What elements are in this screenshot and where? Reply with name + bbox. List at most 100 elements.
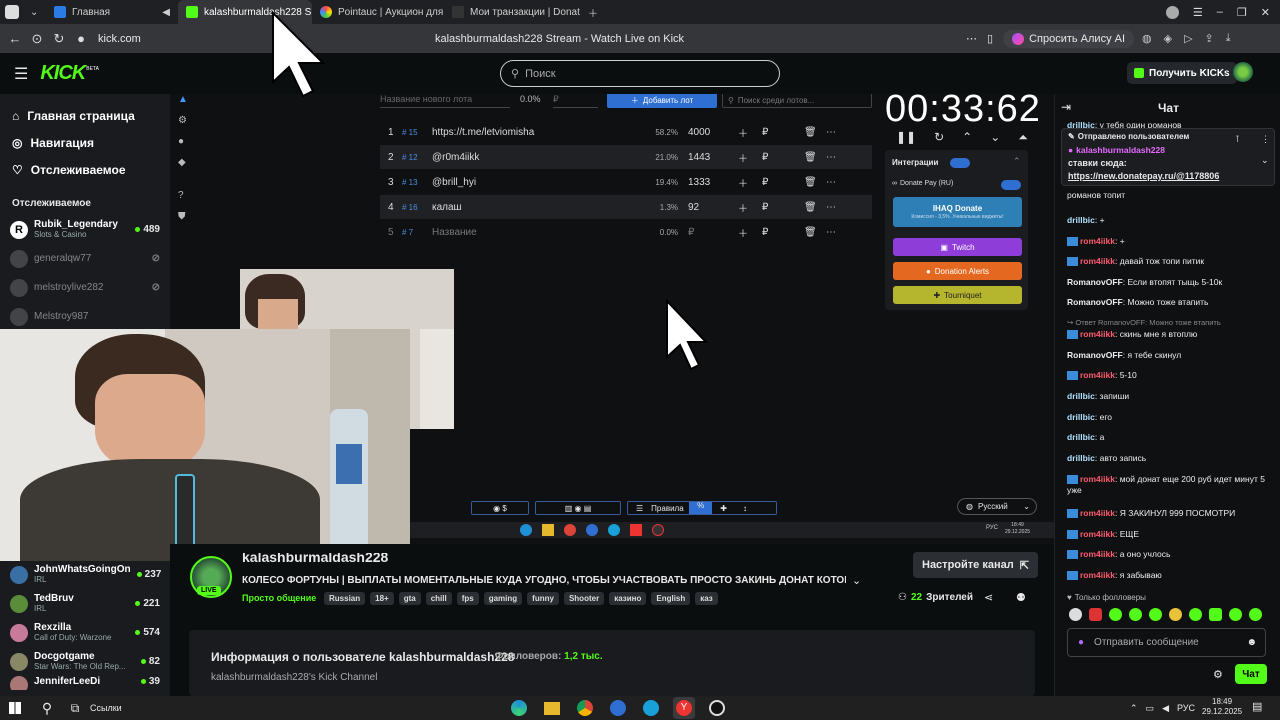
recommended-channel[interactable]: JohnWhatsGoingOn IRL 237 — [0, 560, 170, 589]
recommended-channel[interactable]: TedBruv IRL 221 — [0, 589, 170, 618]
streamer-name[interactable]: kalashburmaldash228 — [242, 553, 388, 567]
new-tab-button[interactable]: ＋ — [580, 0, 600, 24]
chat-username[interactable]: drillbic — [1067, 412, 1095, 422]
emote-icon[interactable] — [1229, 608, 1242, 621]
taskbar-search-label[interactable]: Ссылки — [90, 703, 122, 713]
chrome-icon[interactable] — [574, 697, 596, 719]
recommended-channel[interactable]: Rexzilla Call of Duty: Warzone 574 — [0, 618, 170, 647]
share-icon[interactable]: ⇪ — [1205, 32, 1214, 45]
network-icon[interactable]: ▭ — [1146, 703, 1155, 714]
media-icon[interactable]: ▷ — [1184, 32, 1192, 45]
obs-icon[interactable] — [706, 697, 728, 719]
emote-icon[interactable] — [1109, 608, 1122, 621]
emote-icon[interactable] — [1249, 608, 1262, 621]
alisa-button[interactable]: Спросить Алису AI — [1003, 29, 1135, 48]
back-icon[interactable]: ← — [4, 31, 26, 46]
yandex-icon[interactable]: Y — [673, 697, 695, 719]
tag[interactable]: English — [651, 592, 691, 605]
follow-icon[interactable]: ⚉ — [1016, 591, 1026, 604]
chat-username[interactable]: rom4iikk — [1080, 329, 1115, 339]
sidebar-item-home[interactable]: ⌂ Главная страница — [0, 102, 170, 129]
shield-icon[interactable]: ⊙ — [26, 31, 48, 47]
task-view-icon[interactable]: ⧉ — [64, 697, 86, 719]
bookmarks-icon[interactable]: ☰ — [1193, 6, 1203, 19]
pin-icon[interactable]: ⊺ — [1235, 134, 1240, 145]
tag[interactable]: chill — [425, 592, 452, 605]
taskbar-clock[interactable]: 18:49 29.12.2025 — [1202, 697, 1242, 717]
volume-icon[interactable]: ◀ — [1162, 703, 1169, 714]
chevron-down-icon[interactable]: ⌄ — [852, 574, 861, 587]
tag[interactable]: казино — [609, 592, 647, 605]
extension-icon[interactable]: ◈ — [1164, 32, 1172, 45]
close-window-icon[interactable]: ✕ — [1261, 6, 1270, 19]
chat-username[interactable]: drillbic — [1067, 215, 1095, 225]
url-text[interactable]: kick.com — [98, 33, 141, 45]
sidebar-item-following[interactable]: ♡ Отслеживаемое — [0, 156, 170, 183]
chat-username[interactable]: RomanovOFF — [1067, 297, 1123, 307]
sidebar-item-navigation[interactable]: ◎ Навигация — [0, 129, 170, 156]
messenger-icon[interactable] — [607, 697, 629, 719]
tag[interactable]: funny — [527, 592, 559, 605]
reload-icon[interactable]: ↻ — [48, 31, 70, 47]
chat-username[interactable]: rom4iikk — [1080, 236, 1115, 246]
chat-username[interactable]: RomanovOFF — [1067, 277, 1123, 287]
telegram-icon[interactable] — [640, 697, 662, 719]
browser-menu-icon[interactable] — [0, 0, 26, 24]
chat-input[interactable]: ● Отправить сообщение ☻ — [1067, 628, 1266, 657]
chevron-down-icon[interactable]: ⌄ — [1261, 155, 1269, 166]
search-icon[interactable]: ⚲ — [36, 697, 58, 719]
gear-icon[interactable]: ⚙ — [1213, 668, 1223, 681]
search-input[interactable]: ⚲ Поиск — [500, 60, 780, 87]
tag[interactable]: gta — [398, 592, 421, 605]
taskbar-lang[interactable]: РУС — [1177, 703, 1195, 713]
chat-send-button[interactable]: Чат — [1235, 664, 1267, 684]
pinned-link[interactable]: https://new.donatepay.ru/@1178806 — [1068, 171, 1219, 181]
windows-start-icon[interactable] — [4, 697, 26, 719]
followed-channel[interactable]: R Rubik_Legendary Slots & Casino 489 — [0, 215, 170, 244]
emote-icon[interactable] — [1189, 608, 1202, 621]
chat-username[interactable]: rom4iikk — [1080, 549, 1115, 559]
setup-channel-button[interactable]: Настройте канал ⇱ — [913, 552, 1038, 578]
maximize-icon[interactable]: ❐ — [1237, 6, 1247, 19]
tab-donate[interactable]: Мои транзакции | Donate — [444, 0, 580, 24]
chat-username[interactable]: rom4iikk — [1080, 370, 1115, 380]
chat-username[interactable]: rom4iikk — [1080, 529, 1115, 539]
tag[interactable]: каз — [695, 592, 718, 605]
stream-category[interactable]: Просто общение — [242, 593, 316, 603]
profile-icon[interactable] — [1165, 5, 1179, 19]
emote-icon[interactable] — [1129, 608, 1142, 621]
collapse-chat-icon[interactable]: ⇥ — [1061, 100, 1071, 114]
emote-icon[interactable] — [1209, 608, 1222, 621]
emote-icon[interactable] — [1089, 608, 1102, 621]
bookmark-icon[interactable]: ▯ — [987, 32, 993, 45]
explorer-icon[interactable] — [541, 697, 563, 719]
chat-username[interactable]: drillbic — [1067, 432, 1095, 442]
tag[interactable]: 18+ — [370, 592, 394, 605]
share-icon[interactable]: ⋖ — [984, 591, 993, 604]
downloads-icon[interactable]: ⤓ — [1226, 32, 1231, 45]
minimize-icon[interactable]: – — [1217, 6, 1223, 19]
followed-channel[interactable]: Melstroy987 — [0, 302, 170, 331]
emoji-icon[interactable]: ☻ — [1246, 637, 1265, 648]
chat-username[interactable]: RomanovOFF — [1067, 350, 1123, 360]
followed-channel[interactable]: melstroylive282 ⊘ — [0, 273, 170, 302]
microphone-icon[interactable]: ● — [1078, 637, 1084, 648]
user-avatar[interactable] — [1233, 62, 1253, 82]
notifications-icon[interactable]: ▤ — [1252, 700, 1262, 713]
recommended-channel[interactable]: JenniferLeeDi 39 — [0, 676, 170, 690]
followed-channel[interactable]: generalqw77 ⊘ — [0, 244, 170, 273]
tag[interactable]: Russian — [324, 592, 366, 605]
tag[interactable]: Shooter — [563, 592, 605, 605]
recommended-channel[interactable]: Docgotgame Star Wars: The Old Rep... 82 — [0, 647, 170, 676]
chat-username[interactable]: drillbic — [1067, 453, 1095, 463]
chat-username[interactable]: rom4iikk — [1080, 508, 1115, 518]
globe-icon[interactable]: ◍ — [1142, 32, 1152, 45]
more-icon[interactable]: ⋮ — [1261, 134, 1270, 145]
tag[interactable]: gaming — [483, 592, 523, 605]
hamburger-menu-icon[interactable]: ☰ — [14, 64, 28, 84]
edge-icon[interactable] — [508, 697, 530, 719]
mute-icon[interactable]: ◀ — [162, 7, 170, 18]
tag[interactable]: fps — [456, 592, 479, 605]
emote-icon[interactable] — [1149, 608, 1162, 621]
chat-username[interactable]: rom4iikk — [1080, 570, 1115, 580]
